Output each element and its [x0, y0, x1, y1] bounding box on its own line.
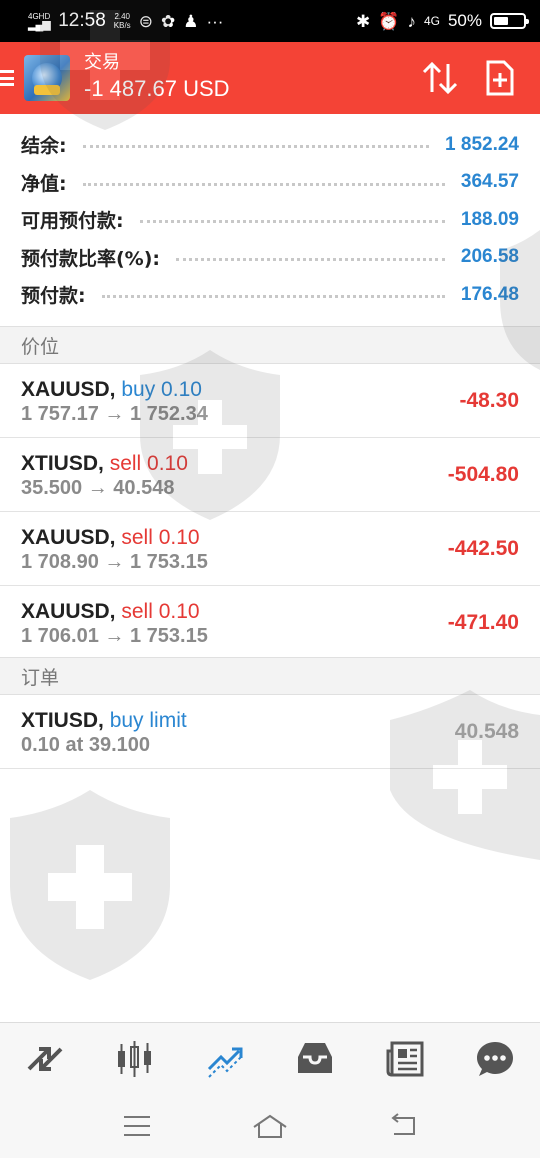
- battery-percent: 50%: [447, 11, 482, 30]
- summary-label: 预付款比率(%):: [21, 247, 161, 270]
- account-summary: 结余: 1 852.24 净值: 364.57 可用预付款: 188.09 预付…: [0, 126, 540, 314]
- summary-value: 176.48: [460, 283, 519, 305]
- order-symbol: XTIUSD,: [21, 709, 104, 732]
- net-speed-value: 2.40: [114, 12, 131, 21]
- position-prices: 1 706.01 → 1 753.15: [21, 625, 208, 647]
- summary-value: 188.09: [460, 208, 519, 230]
- chat-icon: [477, 1041, 513, 1076]
- summary-value: 364.57: [460, 171, 519, 193]
- nav-chart[interactable]: [105, 1029, 165, 1089]
- order-current-price: 40.548: [454, 720, 519, 743]
- signal-icon: ▂▄▆: [28, 19, 51, 31]
- new-document-icon: [486, 60, 514, 96]
- watermark-shield-icon: [10, 790, 170, 980]
- position-profit: -471.40: [447, 611, 519, 634]
- position-prices: 35.500 → 40.548: [21, 477, 175, 499]
- position-type: sell 0.10: [121, 526, 200, 549]
- position-symbol: XAUUSD,: [21, 378, 116, 401]
- net-speed-unit: KB/s: [113, 21, 131, 30]
- app-bar: 交易 -1 487.67 USD: [0, 42, 540, 114]
- order-detail: 0.10 at 39.100: [21, 734, 150, 756]
- summary-value: 206.58: [460, 246, 519, 268]
- battery-icon: [490, 13, 529, 29]
- summary-label: 净值:: [21, 172, 67, 195]
- summary-label: 可用预付款:: [21, 210, 124, 233]
- position-profit: -442.50: [447, 537, 519, 560]
- page-title: 交易: [84, 52, 120, 73]
- net-speed: 2.40 KB/s: [114, 12, 131, 30]
- summary-row-free-margin: 可用预付款: 188.09: [0, 201, 540, 239]
- order-row[interactable]: XTIUSD, buy limit 0.10 at 39.100 40.548: [0, 696, 540, 769]
- nav-history[interactable]: [285, 1029, 345, 1089]
- section-header-orders: 订单: [0, 657, 540, 695]
- status-bar: 4GHD ▂▄▆ 12:58 2.40 KB/s ⊜ ✿ ♟ ··· ✱ ⏰ ♪…: [0, 0, 540, 42]
- position-symbol: XTIUSD,: [21, 452, 104, 475]
- floating-profit: -1 487.67 USD: [84, 76, 230, 101]
- order-type: buy limit: [109, 709, 187, 732]
- app-logo: [24, 55, 70, 101]
- qq-icon: ♟: [183, 11, 199, 31]
- status-time: 12:58: [58, 10, 106, 31]
- position-row[interactable]: XAUUSD, sell 0.10 1 706.01 → 1 753.15 -4…: [0, 587, 540, 660]
- system-back-button[interactable]: [373, 1096, 433, 1156]
- position-row[interactable]: XTIUSD, sell 0.10 35.500 → 40.548 -504.8…: [0, 439, 540, 512]
- nav-chat[interactable]: [465, 1029, 525, 1089]
- app-notification-icon: ⊜: [138, 11, 153, 31]
- section-header-positions: 价位: [0, 326, 540, 364]
- summary-label: 预付款:: [21, 285, 86, 308]
- bluetooth-icon: ✱: [356, 11, 371, 31]
- back-icon: [391, 1113, 416, 1135]
- position-type: sell 0.10: [109, 452, 188, 475]
- news-icon: [386, 1041, 424, 1076]
- sort-icon: [422, 61, 458, 95]
- sort-button[interactable]: [410, 48, 470, 108]
- position-profit: -504.80: [447, 463, 519, 486]
- quotes-icon: [27, 1046, 63, 1071]
- position-type: buy 0.10: [121, 378, 202, 401]
- position-symbol: XAUUSD,: [21, 526, 116, 549]
- summary-row-balance: 结余: 1 852.24: [0, 126, 540, 164]
- more-notifications-icon: ···: [206, 11, 224, 31]
- mute-icon: ♪: [407, 11, 416, 31]
- position-row[interactable]: XAUUSD, sell 0.10 1 708.90 → 1 753.15 -4…: [0, 513, 540, 586]
- summary-row-margin: 预付款: 176.48: [0, 276, 540, 314]
- position-prices: 1 757.17 → 1 752.34: [21, 403, 208, 425]
- chart-icon: [118, 1040, 151, 1077]
- alarm-icon: ⏰: [378, 11, 400, 31]
- bottom-navigation: [0, 1022, 540, 1094]
- system-navigation: [0, 1094, 540, 1158]
- position-prices: 1 708.90 → 1 753.15: [21, 551, 208, 573]
- summary-row-equity: 净值: 364.57: [0, 164, 540, 202]
- summary-row-margin-level: 预付款比率(%): 206.58: [0, 239, 540, 277]
- summary-label: 结余:: [21, 135, 67, 158]
- nav-trade[interactable]: [195, 1029, 255, 1089]
- position-symbol: XAUUSD,: [21, 600, 116, 623]
- position-row[interactable]: XAUUSD, buy 0.10 1 757.17 → 1 752.34 -48…: [0, 365, 540, 438]
- signal-indicator: 4GHD ▂▄▆: [28, 12, 51, 31]
- new-order-button[interactable]: [470, 48, 530, 108]
- nav-quotes[interactable]: [15, 1029, 75, 1089]
- history-icon: [298, 1042, 332, 1073]
- system-home-button[interactable]: [240, 1096, 300, 1156]
- hamburger-menu-icon[interactable]: [0, 68, 16, 88]
- menu-icon: [123, 1116, 150, 1136]
- home-icon: [253, 1114, 287, 1138]
- position-type: sell 0.10: [121, 600, 200, 623]
- nav-news[interactable]: [375, 1029, 435, 1089]
- wechat-icon: ✿: [160, 11, 176, 31]
- signal-4g-icon: 4G: [423, 14, 440, 28]
- position-profit: -48.30: [459, 389, 519, 412]
- system-menu-button[interactable]: [107, 1096, 167, 1156]
- trade-icon: [207, 1047, 243, 1078]
- summary-value: 1 852.24: [445, 133, 519, 155]
